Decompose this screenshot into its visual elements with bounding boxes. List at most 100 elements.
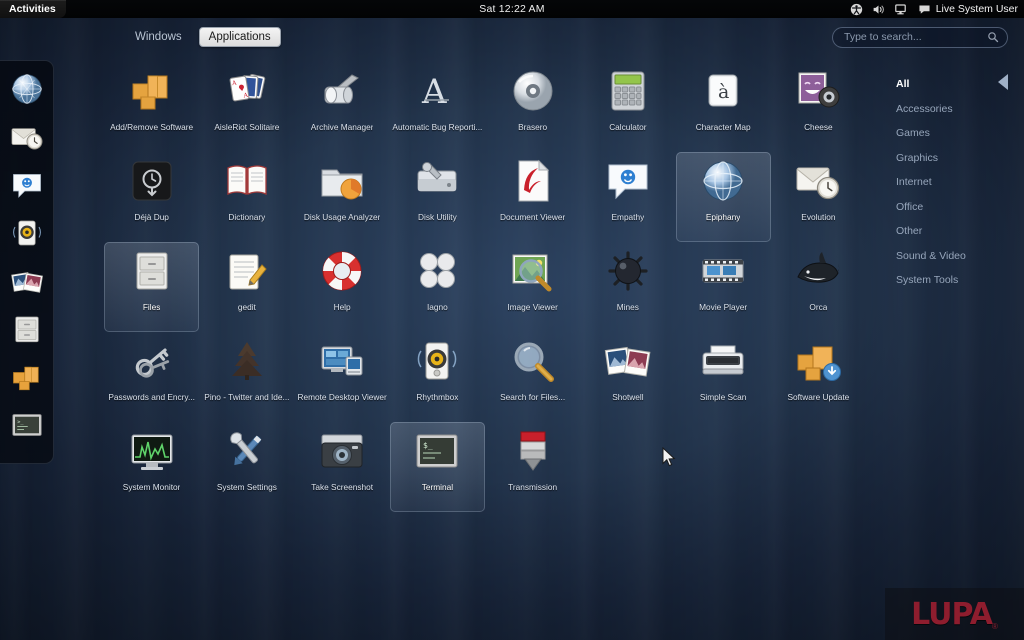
- app-iagno[interactable]: Iagno: [390, 242, 485, 332]
- app-label: Iagno: [426, 302, 448, 312]
- app-epiphany[interactable]: Epiphany: [675, 152, 771, 242]
- lifebuoy-icon: [322, 251, 362, 291]
- app-calculator[interactable]: Calculator: [580, 62, 675, 152]
- activities-label: Activities: [9, 3, 56, 15]
- app-terminal[interactable]: $_ Terminal: [389, 422, 485, 512]
- app-empathy[interactable]: Empathy: [580, 152, 675, 242]
- app-add-remove-software[interactable]: Add/Remove Software: [104, 62, 199, 152]
- app-label: Files: [142, 302, 161, 312]
- category-office[interactable]: Office: [896, 195, 1024, 220]
- app-files[interactable]: Files: [104, 242, 200, 332]
- svg-text:A: A: [421, 72, 447, 112]
- dock-item-add-remove-software[interactable]: [5, 355, 49, 399]
- activities-button[interactable]: Activities: [0, 0, 66, 18]
- app-help[interactable]: Help: [295, 242, 390, 332]
- dock-item-shotwell[interactable]: [5, 259, 49, 303]
- watermark-registered: ®: [991, 622, 998, 631]
- app-deja-dup[interactable]: Déjà Dup: [104, 152, 199, 242]
- dock-item-rhythmbox[interactable]: [5, 211, 49, 255]
- app-brasero[interactable]: Brasero: [485, 62, 580, 152]
- app-label: Epiphany: [705, 212, 741, 222]
- file-roller-icon: [324, 74, 360, 104]
- file-cabinet-icon: [14, 316, 39, 343]
- tab-windows[interactable]: Windows: [126, 28, 191, 46]
- app-label: Document Viewer: [499, 212, 566, 222]
- camera-icon: [321, 434, 363, 468]
- app-system-settings[interactable]: System Settings: [199, 422, 294, 512]
- app-disk-usage-analyzer[interactable]: Disk Usage Analyzer: [295, 152, 390, 242]
- disk-utility-icon: [417, 162, 457, 192]
- app-movie-player[interactable]: Movie Player: [676, 242, 771, 332]
- app-character-map[interactable]: à Character Map: [676, 62, 771, 152]
- app-gedit[interactable]: gedit: [199, 242, 294, 332]
- username-label: Live System User: [935, 3, 1018, 15]
- chevron-left-icon[interactable]: [998, 74, 1008, 90]
- user-menu[interactable]: Live System User: [916, 3, 1018, 16]
- app-passwords-and-encryption[interactable]: Passwords and Encry...: [104, 332, 199, 422]
- app-disk-utility[interactable]: Disk Utility: [390, 152, 485, 242]
- category-graphics[interactable]: Graphics: [896, 146, 1024, 171]
- dock-item-evolution[interactable]: [5, 115, 49, 159]
- webcam-icon: [798, 72, 840, 108]
- app-automatic-bug-reporting[interactable]: A Automatic Bug Reporti...: [390, 62, 485, 152]
- app-system-monitor[interactable]: System Monitor: [104, 422, 199, 512]
- terminal-icon: $_: [416, 434, 458, 468]
- tab-applications[interactable]: Applications: [198, 27, 281, 47]
- keys-icon: [135, 348, 169, 378]
- category-internet[interactable]: Internet: [896, 170, 1024, 195]
- category-accessories[interactable]: Accessories: [896, 97, 1024, 122]
- app-document-viewer[interactable]: Document Viewer: [485, 152, 580, 242]
- category-other[interactable]: Other: [896, 219, 1024, 244]
- app-label: Automatic Bug Reporti...: [392, 122, 483, 132]
- app-dictionary[interactable]: Dictionary: [199, 152, 294, 242]
- app-simple-scan[interactable]: Simple Scan: [676, 332, 771, 422]
- app-remote-desktop-viewer[interactable]: Remote Desktop Viewer: [295, 332, 390, 422]
- category-system-tools[interactable]: System Tools: [896, 268, 1024, 293]
- file-cabinet-icon: [136, 252, 168, 290]
- app-pino[interactable]: Pino - Twitter and Ide...: [199, 332, 294, 422]
- dash-dock: >_: [0, 60, 54, 464]
- app-take-screenshot[interactable]: Take Screenshot: [295, 422, 390, 512]
- overview-tabs: Windows Applications: [126, 27, 281, 47]
- search-input[interactable]: [844, 31, 987, 43]
- gedit-icon: [229, 254, 267, 290]
- app-rhythmbox[interactable]: Rhythmbox: [390, 332, 485, 422]
- app-software-update[interactable]: Software Update: [771, 332, 866, 422]
- dock-item-epiphany[interactable]: [5, 67, 49, 111]
- search-icon[interactable]: [987, 31, 999, 43]
- dock-item-terminal[interactable]: >_: [5, 403, 49, 447]
- search-box[interactable]: [832, 26, 1008, 48]
- dock-item-files[interactable]: [5, 307, 49, 351]
- chat-bubble-icon: [12, 174, 41, 198]
- app-search-for-files[interactable]: Search for Files...: [485, 332, 580, 422]
- chat-bubble-icon: [608, 164, 648, 200]
- app-shotwell[interactable]: Shotwell: [580, 332, 675, 422]
- accessibility-icon[interactable]: [850, 3, 863, 16]
- svg-text:à: à: [718, 81, 729, 103]
- mine-icon: [608, 251, 648, 291]
- speaker-icon: [418, 342, 457, 380]
- app-label: Brasero: [518, 122, 548, 132]
- dictionary-icon: [227, 165, 267, 195]
- app-transmission[interactable]: Transmission: [485, 422, 580, 512]
- app-image-viewer[interactable]: Image Viewer: [485, 242, 580, 332]
- overview-header: Windows Applications: [0, 18, 1024, 56]
- app-label: Calculator: [609, 122, 647, 132]
- dock-item-empathy[interactable]: [5, 163, 49, 207]
- app-mines[interactable]: Mines: [580, 242, 675, 332]
- app-aisleriot-solitaire[interactable]: A A AisleRiot Solitaire: [199, 62, 294, 152]
- display-icon[interactable]: [894, 3, 907, 16]
- volume-icon[interactable]: [872, 3, 885, 16]
- app-cheese[interactable]: Cheese: [771, 62, 866, 152]
- app-orca[interactable]: Orca: [771, 242, 866, 332]
- category-sound-and-video[interactable]: Sound & Video: [896, 244, 1024, 269]
- app-evolution[interactable]: Evolution: [771, 152, 866, 242]
- watermark-logo: LUPA: [911, 596, 993, 632]
- packages-icon: [132, 75, 168, 110]
- category-games[interactable]: Games: [896, 121, 1024, 146]
- app-label: System Monitor: [122, 482, 181, 492]
- app-label: Take Screenshot: [311, 482, 374, 492]
- othello-icon: [420, 253, 456, 288]
- app-archive-manager[interactable]: Archive Manager: [295, 62, 390, 152]
- photos-icon: [604, 346, 651, 377]
